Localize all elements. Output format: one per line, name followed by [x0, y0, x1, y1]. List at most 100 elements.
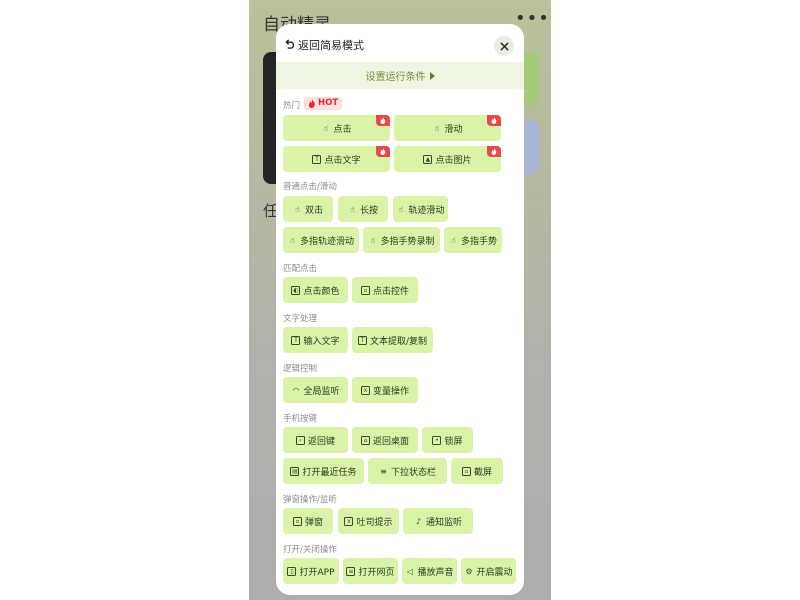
section-match: 匹配点击 — [283, 264, 318, 274]
section-hot: 热门 — [283, 101, 301, 111]
toast-icon: x — [344, 516, 354, 526]
app-icon: ▯ — [287, 566, 297, 576]
action-multi-track-label: 多指轨迹滑动 — [299, 236, 354, 247]
home-icon: ⌂ — [360, 435, 370, 445]
action-status-bar-button[interactable]: ≡ 下拉状态栏 — [368, 458, 447, 484]
action-tap-control-button[interactable]: ▫ 点击控件 — [352, 277, 418, 303]
action-tap-label: 点击 — [333, 124, 352, 135]
set-run-condition-label: 设置运行条件 — [365, 72, 426, 83]
action-open-app-button[interactable]: ▯ 打开APP — [283, 558, 339, 584]
action-tap-image-label: 点击图片 — [435, 155, 472, 166]
control-scan-icon: ▫ — [360, 285, 370, 295]
action-tap-control-label: 点击控件 — [372, 286, 409, 297]
multi-finger-icon: ☝ — [370, 235, 376, 245]
finger-icon: ☝ — [295, 204, 300, 214]
action-screenshot-button[interactable]: ▫ 截屏 — [451, 458, 503, 484]
back-arrow-icon[interactable] — [285, 38, 296, 49]
action-double-tap-button[interactable]: ☝ 双击 — [283, 196, 333, 222]
action-screenshot-label: 截屏 — [473, 467, 492, 478]
finger-swipe-icon: ☝ — [434, 123, 440, 133]
action-variable-op-button[interactable]: x 变量操作 — [352, 377, 418, 403]
action-multi-gesture-label: 多指手势 — [460, 236, 497, 247]
action-recent-tasks-label: 打开最近任务 — [302, 467, 357, 478]
action-input-text-label: 输入文字 — [303, 336, 340, 347]
action-tap-color-label: 点击颜色 — [303, 286, 340, 297]
action-multi-record-button[interactable]: ☝ 多指手势录制 — [363, 227, 440, 253]
web-icon: ≡ — [346, 566, 356, 576]
action-back-key-button[interactable]: ‹ 返回键 — [283, 427, 348, 453]
action-play-sound-label: 播放声音 — [417, 567, 454, 578]
lock-icon: • — [432, 435, 442, 445]
action-toast-button[interactable]: x 吐司提示 — [338, 508, 399, 534]
action-long-press-button[interactable]: ☝ 长按 — [338, 196, 388, 222]
section-logic: 逻辑控制 — [283, 364, 318, 374]
action-home-label: 返回桌面 — [372, 436, 409, 447]
action-notify-listen-button[interactable]: ♪ 通知监听 — [403, 508, 473, 534]
action-lock-button[interactable]: • 锁屏 — [422, 427, 473, 453]
action-multi-record-label: 多指手势录制 — [380, 236, 435, 247]
action-open-web-button[interactable]: ≡ 打开网页 — [343, 558, 398, 584]
action-vibrate-label: 开启震动 — [476, 567, 513, 578]
text-extract-icon: T — [357, 335, 367, 345]
text-input-icon: T — [291, 335, 301, 345]
hot-badge-label: HOT — [318, 98, 339, 108]
action-text-extract-label: 文本提取/复制 — [369, 336, 428, 347]
close-icon — [499, 41, 509, 51]
action-text-extract-button[interactable]: T 文本提取/复制 — [352, 327, 433, 353]
action-long-press-label: 长按 — [359, 205, 378, 216]
action-global-listen-button[interactable]: ◠ 全局监听 — [283, 377, 348, 403]
action-open-app-label: 打开APP — [299, 567, 335, 578]
play-triangle-icon — [429, 71, 435, 80]
action-double-tap-label: 双击 — [304, 205, 323, 216]
flame-icon — [491, 148, 497, 155]
action-open-web-label: 打开网页 — [358, 567, 395, 578]
bell-icon: ♪ — [415, 516, 422, 526]
action-popup-label: 弹窗 — [304, 517, 323, 528]
action-tap-text-label: 点击文字 — [324, 155, 361, 166]
action-swipe-label: 滑动 — [444, 124, 463, 135]
action-track-swipe-label: 轨迹滑动 — [408, 205, 445, 216]
popup-icon: ▫ — [292, 516, 302, 526]
finger-track-icon: ☝ — [398, 204, 404, 214]
return-simple-mode-link[interactable]: 返回简易模式 — [298, 37, 364, 53]
hot-corner-badge — [376, 115, 390, 126]
action-notify-listen-label: 通知监听 — [425, 517, 462, 528]
speaker-icon: ◁ — [406, 566, 414, 576]
section-text: 文字处理 — [283, 314, 318, 324]
color-scan-icon: ◐ — [291, 285, 301, 295]
action-toast-label: 吐司提示 — [356, 517, 393, 528]
action-home-button[interactable]: ⌂ 返回桌面 — [352, 427, 418, 453]
section-open: 打开/关闭操作 — [283, 545, 337, 555]
action-multi-track-button[interactable]: ☝ 多指轨迹滑动 — [283, 227, 359, 253]
action-recent-tasks-button[interactable]: ▤ 打开最近任务 — [283, 458, 364, 484]
text-scan-icon: T — [312, 154, 322, 164]
headphones-icon: ◠ — [292, 385, 300, 395]
action-tap-color-button[interactable]: ◐ 点击颜色 — [283, 277, 348, 303]
action-play-sound-button[interactable]: ◁ 播放声音 — [402, 558, 457, 584]
action-tap-button[interactable]: ☝ 点击 — [283, 115, 390, 141]
action-swipe-button[interactable]: ☝ 滑动 — [394, 115, 501, 141]
modal-header: 返回简易模式 — [276, 24, 524, 62]
variable-icon: x — [360, 385, 370, 395]
finger-icon: ☝ — [323, 123, 329, 133]
action-tap-text-button[interactable]: T 点击文字 — [283, 146, 390, 172]
set-run-condition-button[interactable]: 设置运行条件 — [276, 62, 524, 89]
action-input-text-button[interactable]: T 输入文字 — [283, 327, 348, 353]
hot-badge: HOT — [304, 97, 343, 110]
multi-finger-icon: ☝ — [290, 235, 295, 245]
hot-corner-badge — [487, 115, 501, 126]
section-normal: 普通点击/滑动 — [283, 182, 337, 192]
action-lock-label: 锁屏 — [444, 436, 463, 447]
action-back-key-label: 返回键 — [307, 436, 335, 447]
section-popup: 弹窗操作/监听 — [283, 495, 337, 505]
finger-hold-icon: ☝ — [350, 204, 355, 214]
close-button[interactable] — [494, 36, 514, 56]
action-vibrate-button[interactable]: ⚙ 开启震动 — [461, 558, 516, 584]
action-tap-image-button[interactable]: ▲ 点击图片 — [394, 146, 501, 172]
action-track-swipe-button[interactable]: ☝ 轨迹滑动 — [393, 196, 448, 222]
action-multi-gesture-button[interactable]: ☝ 多指手势 — [444, 227, 502, 253]
section-phone: 手机按键 — [283, 414, 318, 424]
action-status-bar-label: 下拉状态栏 — [390, 467, 436, 478]
screenshot-icon: ▫ — [461, 466, 471, 476]
action-popup-button[interactable]: ▫ 弹窗 — [283, 508, 333, 534]
